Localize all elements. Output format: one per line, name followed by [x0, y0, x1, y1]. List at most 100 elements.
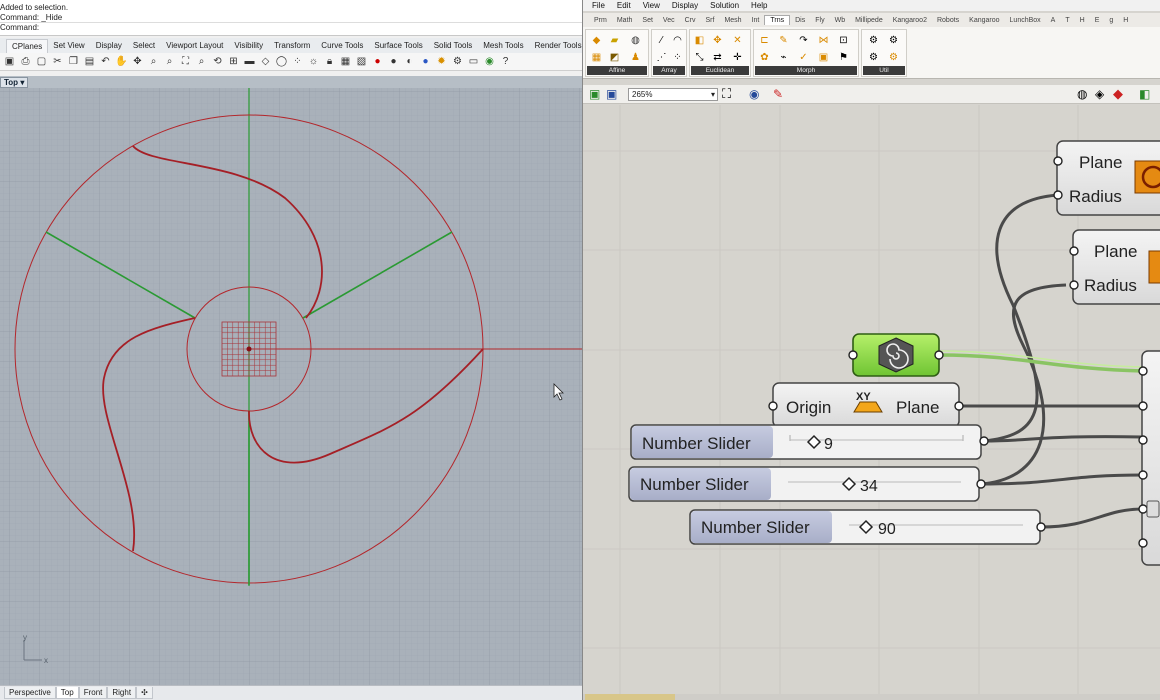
input-port[interactable] [1069, 280, 1079, 290]
input-port[interactable] [1138, 538, 1148, 548]
tab-trns[interactable]: Trns [764, 15, 791, 25]
points-icon[interactable]: ⁘ [290, 54, 305, 69]
tab-h[interactable]: H [1075, 16, 1090, 25]
mirror-icon[interactable]: ◧ [692, 33, 707, 48]
number-slider-1[interactable]: Number Slider 9 [630, 424, 989, 460]
curve-array-icon[interactable]: ⁄ [654, 33, 669, 48]
circle-node-1[interactable]: Plane Radius [1053, 140, 1160, 216]
cplane-icon[interactable]: ◇ [258, 54, 273, 69]
tab-render-tools[interactable]: Render Tools [530, 39, 582, 52]
twist-icon[interactable]: ⚑ [836, 50, 851, 65]
grasshopper-icon[interactable]: ◉ [482, 54, 497, 69]
menu-file[interactable]: File [592, 1, 605, 10]
input-port[interactable] [1053, 190, 1063, 200]
input-port[interactable] [768, 401, 778, 411]
tab-g[interactable]: g [1104, 16, 1118, 25]
tab-srf[interactable]: Srf [701, 16, 720, 25]
properties-icon[interactable]: ▧ [354, 54, 369, 69]
tab-vec[interactable]: Vec [658, 16, 680, 25]
maelstrom-icon[interactable]: ⋈ [816, 33, 831, 48]
zoom-extents-icon[interactable]: ⛶ [722, 86, 731, 102]
compound-icon[interactable]: ⚙ [866, 33, 881, 48]
document-preview-icon[interactable]: ◧ [1139, 87, 1150, 101]
output-port[interactable] [979, 436, 989, 446]
menu-edit[interactable]: Edit [617, 1, 631, 10]
open-file-icon[interactable]: ▣ [589, 87, 600, 101]
zoom-window-icon[interactable]: ⌕ [162, 54, 177, 69]
splop-icon[interactable]: ✿ [757, 50, 772, 65]
tab-a[interactable]: A [1046, 16, 1061, 25]
undo-icon[interactable]: ↶ [98, 54, 113, 69]
tab-crv[interactable]: Crv [680, 16, 701, 25]
paste-icon[interactable]: ▤ [82, 54, 97, 69]
rect-map-icon[interactable]: ♟ [628, 50, 643, 65]
options-icon[interactable]: ⚙ [450, 54, 465, 69]
input-port[interactable] [1138, 366, 1148, 376]
project-icon[interactable]: ◍ [628, 33, 643, 48]
orient-direction-icon[interactable]: ⇄ [710, 50, 725, 65]
tab-robots[interactable]: Robots [932, 16, 964, 25]
origin-point[interactable] [246, 346, 252, 352]
print-icon[interactable]: ⎙ [18, 54, 33, 69]
polar-array-icon[interactable]: ◠ [670, 33, 685, 48]
inverse-transform-icon[interactable]: ⚙ [886, 33, 901, 48]
menu-view[interactable]: View [643, 1, 660, 10]
input-port[interactable] [1138, 504, 1148, 514]
stretch-icon[interactable]: ⌁ [776, 50, 791, 65]
input-port[interactable] [1053, 156, 1063, 166]
tab-t[interactable]: T [1060, 16, 1074, 25]
new-icon[interactable]: ▢ [34, 54, 49, 69]
shear-icon[interactable]: ▰ [607, 33, 622, 48]
preview-shaded-icon[interactable]: ◈ [1095, 87, 1104, 101]
sketch-icon[interactable]: ✎ [773, 87, 783, 101]
surface-morph-icon[interactable]: ✓ [796, 50, 811, 65]
input-port[interactable] [848, 350, 858, 360]
viewport-label[interactable]: Top ▾ [0, 77, 29, 88]
rect-array-icon[interactable]: ⁘ [670, 50, 685, 65]
split-icon[interactable]: ⚙ [866, 50, 881, 65]
menu-display[interactable]: Display [672, 1, 698, 10]
linear-array-icon[interactable]: ⋰ [654, 50, 669, 65]
tab-e[interactable]: E [1090, 16, 1105, 25]
tab-prm[interactable]: Prm [589, 16, 612, 25]
pan-icon[interactable]: ✋ [114, 54, 129, 69]
number-slider-3[interactable]: Number Slider 90 [689, 509, 1046, 545]
tab-set-view[interactable]: Set View [48, 39, 90, 52]
viewport-tab-perspective[interactable]: Perspective [4, 687, 56, 699]
zoom-selected-icon[interactable]: ⌕ [194, 54, 209, 69]
shaded-icon[interactable]: ● [386, 54, 401, 69]
circle-node-2[interactable]: Plane Radius [1069, 229, 1160, 305]
box-map-icon[interactable]: ▦ [589, 50, 604, 65]
preview-eye-icon[interactable]: ◉ [749, 87, 759, 101]
node-graph[interactable]: Plane Radius Plane Radius Origin XY Plan… [583, 105, 1160, 695]
copy-icon[interactable]: ❐ [66, 54, 81, 69]
blend-box-icon[interactable]: ✎ [776, 33, 791, 48]
lock-icon[interactable]: 🔒︎ [322, 54, 337, 69]
rotate-axis-icon[interactable]: ✛ [730, 50, 745, 65]
zoom-dropdown[interactable]: 265% ▾ [628, 88, 718, 101]
input-port[interactable] [1138, 435, 1148, 445]
offscreen-component[interactable] [1138, 350, 1160, 566]
bend-icon[interactable]: ⊏ [757, 33, 772, 48]
tab-wb[interactable]: Wb [830, 16, 851, 25]
tab-curve-tools[interactable]: Curve Tools [316, 39, 369, 52]
xy-plane-node[interactable]: Origin XY Plane [768, 382, 964, 428]
save-file-icon[interactable]: ▣ [606, 87, 617, 101]
tab-fly[interactable]: Fly [810, 16, 829, 25]
rendered-icon[interactable]: ◐ [402, 54, 417, 69]
tab-mesh[interactable]: Mesh [719, 16, 746, 25]
output-port[interactable] [976, 479, 986, 489]
cut-icon[interactable]: ✂ [50, 54, 65, 69]
viewport-layout-icon[interactable]: ⊞ [226, 54, 241, 69]
menu-solution[interactable]: Solution [710, 1, 739, 10]
rotate-component-icon[interactable]: ✕ [730, 33, 745, 48]
preview-selected-icon[interactable]: ◆ [1113, 86, 1123, 102]
tab-cplanes[interactable]: CPlanes [6, 38, 49, 53]
tab-math[interactable]: Math [612, 16, 638, 25]
render-icon[interactable]: ● [370, 54, 385, 69]
viewport-tab-right[interactable]: Right [107, 687, 137, 699]
rotate-view-icon[interactable]: ⟲ [210, 54, 225, 69]
number-slider-2[interactable]: Number Slider 34 [628, 466, 986, 502]
tab-solid-tools[interactable]: Solid Tools [429, 39, 479, 52]
tab-lunchbox[interactable]: LunchBox [1005, 16, 1046, 25]
